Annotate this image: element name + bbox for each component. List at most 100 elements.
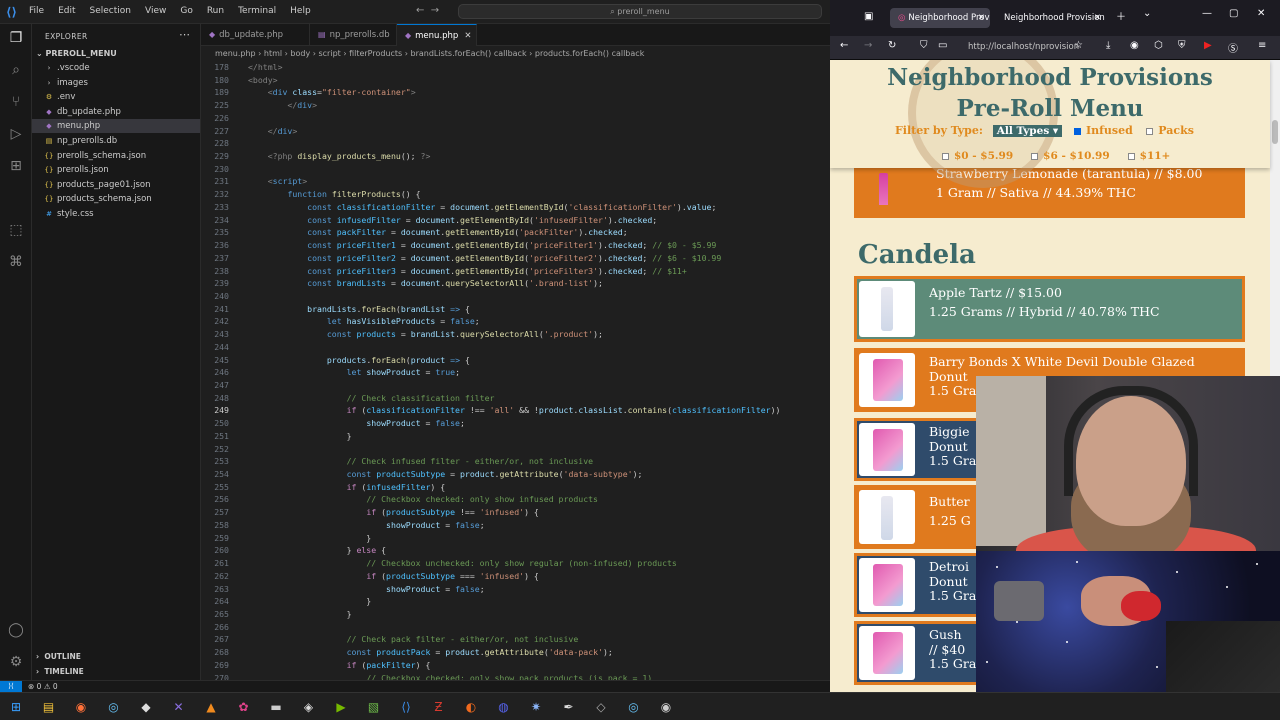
app-icon[interactable]: ✿ [236,699,252,715]
code-editor[interactable]: 178 </html> 180 <body> 189 <div class="filte… [201,61,830,680]
steam-icon[interactable]: ◎ [106,699,122,715]
search-icon[interactable]: ⌕ [6,60,26,80]
code-line[interactable]: 230 [201,163,830,176]
app-menu-icon[interactable]: ≡ [1258,40,1266,51]
code-line[interactable]: 189 <div class="filter-container"> [201,86,830,99]
notepad-plus-icon[interactable]: ▧ [366,699,382,715]
code-line[interactable]: 225 </div> [201,99,830,112]
scrollbar-thumb[interactable] [1272,120,1278,144]
menu-view[interactable]: View [138,6,173,16]
menu-file[interactable]: File [22,6,51,16]
code-line[interactable]: 235 const packFilter = document.getEleme… [201,226,830,239]
nav-arrows[interactable]: ← → [416,5,439,16]
menu-help[interactable]: Help [283,6,318,16]
code-line[interactable]: 248 // Check classification filter [201,392,830,405]
code-line[interactable]: 244 [201,341,830,354]
app2-icon[interactable]: ◐ [463,699,479,715]
file-tree-item[interactable]: {} products_page01.json [32,178,200,192]
maximize-button[interactable]: ▢ [1229,8,1238,19]
obs-icon[interactable]: ◉ [658,699,674,715]
code-line[interactable]: 249 if (classificationFilter !== 'all' &… [201,404,830,417]
remote-explorer-icon[interactable]: ⬚ [6,220,26,240]
more-actions-icon[interactable]: ⋯ [179,28,190,41]
bookmark-star-icon[interactable]: ☆ [1074,40,1083,51]
code-line[interactable]: 255 if (infusedFilter) { [201,481,830,494]
menu-selection[interactable]: Selection [83,6,138,16]
code-line[interactable]: 229 <?php display_products_menu(); ?> [201,150,830,163]
code-line[interactable]: 250 showProduct = false; [201,417,830,430]
reload-icon[interactable]: ↻ [888,40,896,51]
inkscape-icon[interactable]: ✒ [561,699,577,715]
extension-s-icon[interactable]: Ⓢ [1228,40,1238,55]
explorer-icon[interactable]: ❐ [6,28,26,48]
windows-start-icon[interactable]: ⊞ [8,699,24,715]
xsplit-icon[interactable]: ✕ [171,699,187,715]
code-line[interactable]: 258 showProduct = false; [201,519,830,532]
code-line[interactable]: 247 [201,379,830,392]
code-line[interactable]: 264 } [201,595,830,608]
youtube-ext-icon[interactable]: ▶ [1204,40,1212,51]
code-line[interactable]: 226 [201,112,830,125]
code-line[interactable]: 227 </div> [201,125,830,138]
code-line[interactable]: 252 [201,443,830,456]
vscode-icon[interactable]: ⟨⟩ [398,699,414,715]
run-debug-icon[interactable]: ▷ [6,124,26,144]
filezilla-icon[interactable]: Ƶ [431,699,447,715]
source-control-icon[interactable]: ⑂ [6,92,26,112]
code-line[interactable]: 233 const classificationFilter = documen… [201,201,830,214]
nvidia-icon[interactable]: ▶ [333,699,349,715]
type-select[interactable]: All Types ▾ [992,125,1063,137]
code-line[interactable]: 256 // Checkbox checked: only show infus… [201,493,830,506]
command-center-search[interactable]: ⌕ preroll_menu [458,4,822,19]
code-line[interactable]: 270 // Checkbox checked: only show pack … [201,672,830,680]
workspace-folder[interactable]: ⌄ PREROLL_MENU [36,49,117,58]
account-icon[interactable]: ◯ [6,620,26,640]
code-line[interactable]: 242 let hasVisibleProducts = false; [201,315,830,328]
price-filter-option[interactable]: $11+ [1126,150,1170,162]
menu-edit[interactable]: Edit [51,6,82,16]
code-line[interactable]: 263 showProduct = false; [201,583,830,596]
price-filter-option[interactable]: $6 - $10.99 [1029,150,1110,162]
code-line[interactable]: 261 // Checkbox unchecked: only show reg… [201,557,830,570]
price-checkbox[interactable] [1127,152,1135,160]
breadcrumb[interactable]: menu.php › html › body › script › filter… [201,46,830,61]
code-line[interactable]: 267 // Check pack filter - either/or, no… [201,633,830,646]
file-tree-item[interactable]: ▤ np_prerolls.db [32,134,200,148]
code-line[interactable]: 228 [201,137,830,150]
code-line[interactable]: 240 [201,290,830,303]
browser-tab[interactable]: ◎ Neighborhood Provi ✕ [890,8,990,28]
file-tree-item[interactable]: ◆ menu.php [32,119,200,134]
code-line[interactable]: 245 products.forEach(product => { [201,354,830,367]
file-tree-item[interactable]: ◆ db_update.php [32,105,200,119]
epic-games-icon[interactable]: ◆ [138,699,154,715]
code-line[interactable]: 262 if (productSubtype === 'infused') { [201,570,830,583]
code-line[interactable]: 253 // Check infused filter - either/or,… [201,455,830,468]
code-line[interactable]: 241 brandLists.forEach(brandList => { [201,303,830,316]
price-filter-option[interactable]: $0 - $5.99 [940,150,1013,162]
menu-terminal[interactable]: Terminal [231,6,283,16]
editor-tab[interactable]: ◆ db_update.php [201,24,310,46]
code-line[interactable]: 238 const priceFilter3 = document.getEle… [201,265,830,278]
code-line[interactable]: 232 function filterProducts() { [201,188,830,201]
downloads-icon[interactable]: ⤓ [1106,40,1110,51]
extension-e-icon[interactable]: ◉ [1130,40,1139,51]
code-line[interactable]: 260 } else { [201,544,830,557]
unity-icon[interactable]: ◈ [301,699,317,715]
file-tree-item[interactable]: › images [32,76,200,90]
problems-indicator[interactable]: ⊗ 0 ⚠ 0 [28,682,58,691]
menu-run[interactable]: Run [200,6,231,16]
extensions-icon[interactable]: ⊞ [6,156,26,176]
code-line[interactable]: 239 const brandLists = document.querySel… [201,277,830,290]
close-window-button[interactable]: ✕ [1257,8,1265,19]
editor-tab[interactable]: ◆ menu.php ✕ [397,24,477,46]
file-tree-item[interactable]: {} prerolls.json [32,163,200,177]
code-line[interactable]: 266 [201,621,830,634]
list-all-tabs-icon[interactable]: ⌄ [1143,8,1151,19]
settings-gear-icon[interactable]: ⚙ [6,652,26,672]
close-tab-icon[interactable]: ✕ [1094,8,1101,28]
page-info-icon[interactable]: ▭ [938,40,947,51]
discord-icon[interactable]: ◍ [496,699,512,715]
code-line[interactable]: 243 const products = brandList.querySele… [201,328,830,341]
editor-tab[interactable]: ▤ np_prerolls.db [310,24,397,46]
infused-checkbox[interactable] [1074,127,1081,135]
